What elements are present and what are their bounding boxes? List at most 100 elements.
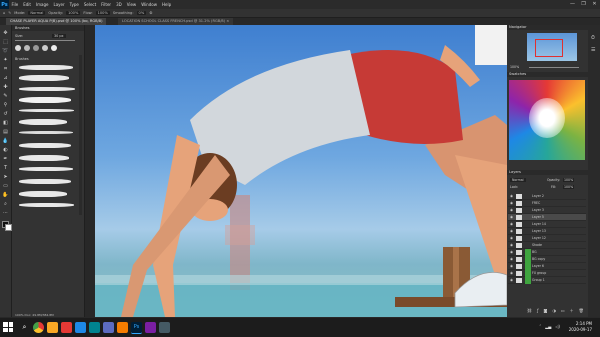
eye-icon[interactable]: ◉	[510, 235, 513, 242]
background-color-swatch[interactable]	[5, 224, 12, 231]
app-icon-blue[interactable]	[75, 322, 86, 333]
brush-preset[interactable]	[19, 155, 69, 161]
gear-icon[interactable]: ⚙	[149, 11, 152, 15]
app-icon-indigo[interactable]	[103, 322, 114, 333]
pen-tool-icon[interactable]: ✒	[2, 155, 9, 162]
menu-3d[interactable]: 3D	[114, 2, 125, 7]
eye-icon[interactable]: ◉	[510, 214, 513, 221]
layer-row[interactable]: ◉ FREC	[508, 200, 586, 207]
navigator-zoom-value[interactable]: 100%	[510, 65, 519, 69]
layer-row[interactable]: ◉ Shade	[508, 242, 586, 249]
windows-start-icon[interactable]	[3, 322, 13, 332]
hand-tool-icon[interactable]: ✋	[2, 191, 9, 198]
app-icon-gray[interactable]	[159, 322, 170, 333]
app-icon-orange[interactable]	[117, 322, 128, 333]
brush-preset[interactable]	[19, 75, 69, 81]
eraser-icon[interactable]: ◧	[2, 119, 9, 126]
history-brush-icon[interactable]: ↺	[2, 110, 9, 117]
gradient-tool-icon[interactable]: ▤	[2, 128, 9, 135]
document-tab-active[interactable]: CHASE PLAYER AQUA P(B).psd @ 100% (bo, R…	[6, 18, 107, 25]
mask-icon[interactable]: ◙	[544, 308, 548, 314]
chevron-up-icon[interactable]: ˄	[539, 324, 541, 329]
layer-blend-mode-select[interactable]: Normal	[510, 178, 526, 182]
layer-row[interactable]: ◉ Layer 14	[508, 221, 586, 228]
smoothing-field[interactable]: 0%	[136, 11, 147, 15]
recent-brush-3[interactable]	[33, 45, 39, 51]
edit-toolbar-icon[interactable]: ⋯	[2, 209, 9, 216]
eyedropper-icon[interactable]: ⊿	[2, 74, 9, 81]
chrome-icon[interactable]	[33, 322, 44, 333]
brushes-scrollbar[interactable]	[79, 55, 82, 215]
swatches-grid[interactable]	[509, 80, 585, 160]
layer-row[interactable]: ◉ Layer 6	[508, 263, 586, 270]
clone-stamp-icon[interactable]: ⚲	[2, 101, 9, 108]
history-icon[interactable]: ⏱	[591, 35, 595, 41]
lasso-tool-icon[interactable]: ➰	[2, 47, 9, 54]
trash-icon[interactable]: 🗑	[579, 308, 584, 314]
app-icon-purple[interactable]	[145, 322, 156, 333]
new-layer-icon[interactable]: ＋	[570, 308, 574, 314]
magic-wand-icon[interactable]: ✦	[2, 56, 9, 63]
home-icon[interactable]: ⌂	[3, 11, 5, 15]
eye-icon[interactable]: ◉	[510, 193, 513, 200]
fx-icon[interactable]: ƒ	[537, 308, 538, 314]
brush-preset[interactable]	[19, 167, 73, 171]
document-canvas[interactable]	[95, 25, 507, 317]
eye-icon[interactable]: ◉	[510, 242, 513, 249]
app-icon-teal[interactable]	[89, 322, 100, 333]
dodge-tool-icon[interactable]: ◐	[2, 146, 9, 153]
recent-brush-5[interactable]	[51, 45, 57, 51]
eye-icon[interactable]: ◉	[510, 200, 513, 207]
layer-row[interactable]: ◉ BG copy	[508, 256, 586, 263]
layer-row[interactable]: ◉ FX group	[508, 270, 586, 277]
mode-select[interactable]: Normal	[28, 11, 46, 15]
marquee-tool-icon[interactable]: ⬚	[2, 38, 9, 45]
maximize-button[interactable]: ❐	[578, 0, 589, 9]
brush-preset[interactable]	[19, 179, 71, 184]
recent-brush-4[interactable]	[42, 45, 48, 51]
zoom-tool-icon[interactable]: ⌕	[2, 200, 9, 207]
eye-icon[interactable]: ◉	[510, 221, 513, 228]
layer-row-selected[interactable]: ◉ Layer 5	[508, 214, 586, 221]
app-icon-red[interactable]	[61, 322, 72, 333]
brush-preset[interactable]	[19, 203, 74, 207]
layer-fill-field[interactable]: 100%	[563, 185, 575, 189]
navigator-view-box[interactable]	[535, 39, 563, 57]
eye-icon[interactable]: ◉	[510, 207, 513, 214]
menu-edit[interactable]: Edit	[21, 2, 34, 7]
crop-tool-icon[interactable]: ⌗	[2, 65, 9, 72]
brush-size-slider[interactable]	[15, 40, 75, 41]
eye-icon[interactable]: ◉	[510, 270, 513, 277]
menu-image[interactable]: Image	[33, 2, 51, 7]
brush-size-field[interactable]: 30 px	[52, 34, 66, 38]
volume-icon[interactable]: ◁)	[555, 324, 560, 329]
menu-type[interactable]: Type	[67, 2, 81, 7]
path-selection-icon[interactable]: ➤	[2, 173, 9, 180]
brush-preset[interactable]	[19, 131, 73, 134]
photoshop-taskbar-icon[interactable]: Ps	[131, 322, 142, 334]
eye-icon[interactable]: ◉	[510, 256, 513, 263]
document-tab-inactive[interactable]: LOCATION SCHOOL CLASS FRENCH.psd @ 31.2%…	[118, 18, 234, 25]
brush-preset[interactable]	[19, 191, 67, 197]
brush-tool-icon[interactable]: ✎	[2, 92, 9, 99]
adjustment-icon[interactable]: ◑	[552, 308, 556, 314]
eye-icon[interactable]: ◉	[510, 249, 513, 256]
properties-icon[interactable]: ☰	[591, 47, 595, 53]
brush-preset[interactable]	[19, 119, 67, 125]
file-explorer-icon[interactable]	[47, 322, 58, 333]
link-icon[interactable]: ⛓	[527, 308, 532, 314]
menu-filter[interactable]: Filter	[99, 2, 114, 7]
brush-folder-label[interactable]: Brushes	[15, 57, 29, 61]
brush-preset[interactable]	[19, 97, 71, 103]
navigator-zoom-slider[interactable]	[529, 67, 579, 68]
flow-field[interactable]: 100%	[95, 11, 110, 15]
zoom-level[interactable]: 100%	[15, 313, 24, 317]
layer-row[interactable]: ◉ Layer 3	[508, 207, 586, 214]
brush-preset[interactable]	[19, 87, 75, 91]
layer-row[interactable]: ◉ Layer 13	[508, 228, 586, 235]
opacity-field[interactable]: 100%	[66, 11, 81, 15]
close-button[interactable]: ✕	[589, 0, 600, 9]
eye-icon[interactable]: ◉	[510, 228, 513, 235]
eye-icon[interactable]: ◉	[510, 263, 513, 270]
move-tool-icon[interactable]: ✥	[2, 29, 9, 36]
